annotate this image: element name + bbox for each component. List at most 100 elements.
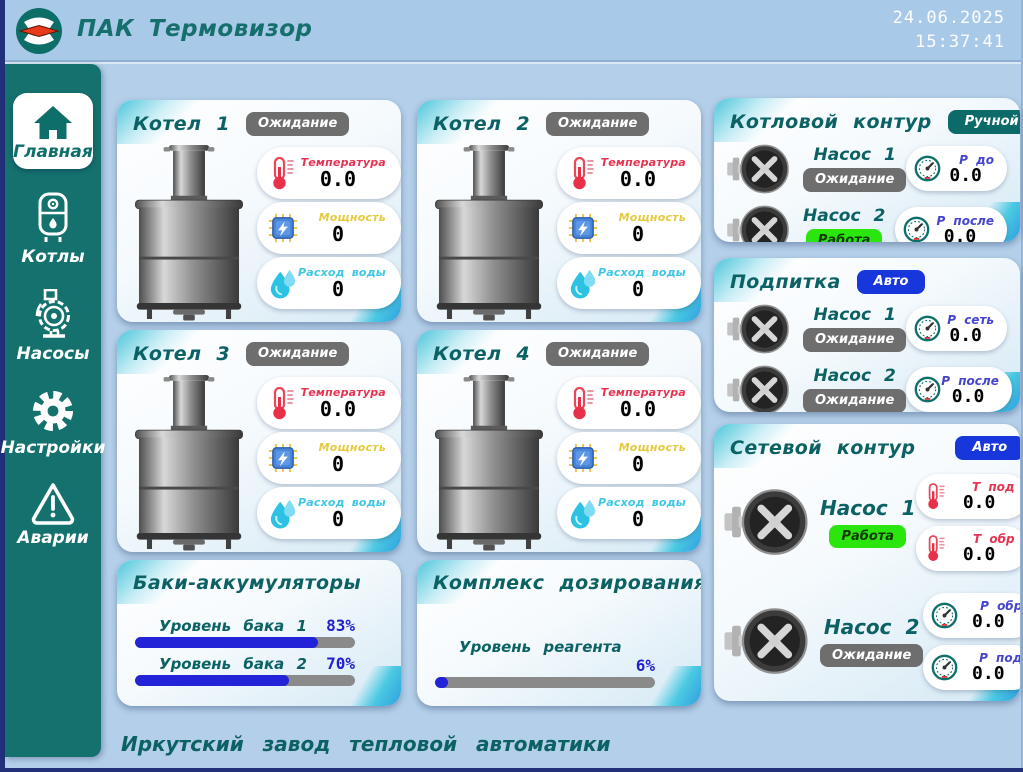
pump-status-badge: Ожидание: [803, 168, 906, 192]
screen-background: ПАК Термовизор 24.06.2025 15:37:41 Главн…: [5, 0, 1023, 768]
power-value: 0: [332, 454, 344, 475]
boiler-title: Котел 4: [433, 343, 530, 365]
pump-row: Насос 2 Ожидание Р после 0.0: [714, 364, 1020, 412]
pump-icon: [724, 606, 808, 676]
makeup-card: Подпитка Авто Насос 1 Ожидание Р сеть 0.…: [714, 258, 1020, 412]
boiler-illustration: [131, 372, 247, 552]
water-flow-value: 0: [632, 279, 644, 300]
sidebar-item-alarms[interactable]: Аварии: [17, 481, 88, 548]
pump-status-badge: Ожидание: [803, 389, 906, 412]
warning-triangle-icon: [29, 481, 77, 525]
water-flow-value: 0: [632, 509, 644, 530]
gauge-value: 0.0: [963, 546, 996, 564]
pump-status-badge: Ожидание: [820, 644, 923, 668]
time-value: 15:37:41: [893, 31, 1005, 55]
date-value: 24.06.2025: [893, 7, 1005, 31]
sidebar-item-home[interactable]: Главная: [13, 93, 93, 169]
water-flow-indicator: Расход воды 0: [557, 487, 701, 539]
home-icon: [32, 103, 74, 143]
water-drops-icon: [268, 496, 298, 530]
chip-lightning-icon: [268, 441, 298, 475]
temperature-indicator: Температура 0.0: [557, 377, 701, 429]
pump-status-badge: Работа: [829, 525, 906, 549]
pump-name: Насос 2: [824, 615, 920, 639]
pressure-gauge-icon: [914, 315, 941, 342]
tank-level-label: Уровень бака 1: [135, 617, 307, 635]
temperature-indicator: Т обр 0.0: [916, 526, 1020, 571]
water-flow-indicator: Расход воды 0: [257, 257, 401, 309]
thermometer-icon: [924, 482, 948, 510]
pressure-gauge-icon: [903, 216, 930, 242]
tank-level-bar: [135, 675, 355, 686]
water-drops-icon: [268, 266, 298, 300]
indicator-label: Мощность: [319, 211, 386, 224]
sidebar-item-pumps[interactable]: Насосы: [17, 289, 90, 364]
sidebar-item-label: Настройки: [1, 439, 106, 458]
tank-level-label: Уровень бака 2: [135, 655, 307, 673]
temperature-indicator: Температура 0.0: [257, 147, 401, 199]
tank-1-level: Уровень бака 1 83%: [117, 616, 401, 648]
sidebar-item-label: Котлы: [21, 248, 84, 267]
water-flow-indicator: Расход воды 0: [257, 487, 401, 539]
tank-level-fill: [135, 675, 289, 686]
pump-name: Насос 2: [803, 206, 885, 226]
pressure-indicator: Р под 0.0: [923, 645, 1020, 690]
gauge-value: 0.0: [944, 228, 977, 242]
gear-icon: [29, 387, 77, 435]
pump-icon: [727, 143, 789, 195]
network-circuit-title: Сетевой контур: [730, 437, 915, 459]
boiler-illustration: [431, 372, 547, 552]
pressure-indicator: Р сеть 0.0: [906, 306, 1007, 351]
gauge-value: 0.0: [972, 613, 1005, 631]
indicator-label: Мощность: [319, 441, 386, 454]
temperature-indicator: Т под 0.0: [916, 474, 1020, 519]
header-bar: ПАК Термовизор 24.06.2025 15:37:41: [5, 0, 1021, 62]
indicator-label: Мощность: [619, 211, 686, 224]
tank-level-bar: [135, 637, 355, 648]
water-flow-indicator: Расход воды 0: [557, 257, 701, 309]
temperature-indicator: Температура 0.0: [257, 377, 401, 429]
sidebar-nav: Главная Котлы: [5, 64, 101, 757]
boiler-circuit-title: Котловой контур: [730, 111, 932, 133]
pump-row: Насос 1 Работа Т под 0.0 Т обр: [714, 474, 1020, 571]
temperature-value: 0.0: [320, 169, 356, 190]
gauge-value: 0.0: [949, 327, 982, 345]
pump-icon: [727, 303, 789, 355]
datetime-display: 24.06.2025 15:37:41: [893, 7, 1005, 55]
thermometer-icon: [568, 386, 598, 420]
tank-level-percent: 83%: [326, 616, 355, 635]
power-indicator: Мощность 0: [557, 202, 701, 254]
pump-icon: [727, 204, 789, 242]
pressure-gauge-icon: [914, 155, 941, 182]
boiler-status-badge: Ожидание: [246, 112, 349, 136]
power-indicator: Мощность 0: [257, 432, 401, 484]
mode-badge[interactable]: Ручной: [948, 110, 1020, 134]
pump-row: Насос 2 Работа Р после 0.0: [714, 204, 1020, 242]
pump-status-badge: Работа: [806, 229, 883, 242]
pressure-indicator: Р до 0.0: [906, 146, 1007, 191]
pressure-gauge-icon: [931, 602, 958, 629]
boiler-circuit-card: Котловой контур Ручной Насос 1 Ожидание …: [714, 98, 1020, 242]
mode-badge[interactable]: Авто: [955, 436, 1020, 460]
sidebar-item-settings[interactable]: Настройки: [1, 387, 106, 458]
tank-2-level: Уровень бака 2 70%: [117, 654, 401, 686]
temperature-value: 0.0: [320, 399, 356, 420]
pressure-indicator: Р обр 0.0: [923, 593, 1020, 638]
boiler-icon: [33, 192, 73, 244]
power-value: 0: [632, 454, 644, 475]
reagent-level-fill: [435, 677, 448, 688]
boiler-3-card: Котел 3 Ожидание Температура 0.0: [117, 330, 401, 552]
app-title: ПАК Термовизор: [77, 16, 313, 42]
mode-badge[interactable]: Авто: [857, 270, 926, 294]
chip-lightning-icon: [568, 441, 598, 475]
boiler-status-badge: Ожидание: [546, 342, 649, 366]
reagent-level-bar: [435, 677, 655, 688]
pump-name: Насос 2: [814, 366, 896, 386]
pump-name: Насос 1: [820, 496, 916, 520]
water-drops-icon: [568, 496, 598, 530]
pump-icon: [727, 364, 789, 412]
sidebar-item-boilers[interactable]: Котлы: [21, 192, 84, 267]
pump-name: Насос 1: [814, 145, 896, 165]
gauge-value: 0.0: [949, 167, 982, 185]
boiler-status-badge: Ожидание: [246, 342, 349, 366]
